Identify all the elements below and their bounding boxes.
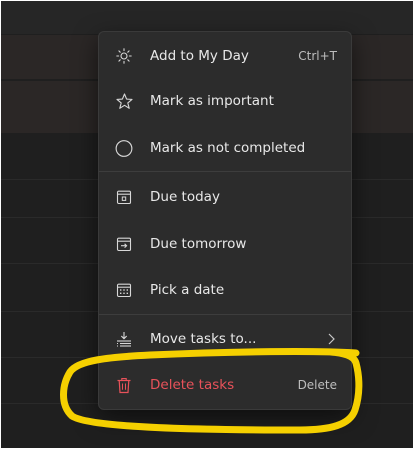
- chevron-right-icon: [325, 332, 337, 346]
- menu-item-add-to-my-day[interactable]: Add to My Day Ctrl+T: [99, 33, 351, 79]
- move-list-icon: [115, 330, 133, 348]
- menu-item-label: Mark as important: [150, 93, 274, 109]
- menu-item-label: Move tasks to...: [150, 331, 257, 347]
- menu-item-due-tomorrow[interactable]: Due tomorrow: [99, 221, 351, 267]
- shortcut-hint: Delete: [297, 378, 337, 392]
- calendar-pick-icon: [115, 281, 133, 299]
- calendar-today-icon: [115, 188, 133, 206]
- menu-item-label: Mark as not completed: [150, 140, 306, 156]
- menu-item-delete-tasks[interactable]: Delete tasks Delete: [99, 362, 351, 408]
- menu-item-pick-a-date[interactable]: Pick a date: [99, 267, 351, 313]
- context-menu: Add to My Day Ctrl+T Mark as important M…: [98, 31, 352, 410]
- menu-separator: [99, 171, 351, 172]
- star-icon: [115, 92, 133, 110]
- menu-item-label: Add to My Day: [150, 48, 249, 64]
- menu-item-label: Due tomorrow: [150, 236, 247, 252]
- calendar-tomorrow-icon: [115, 235, 133, 253]
- menu-item-mark-important[interactable]: Mark as important: [99, 78, 351, 124]
- menu-item-mark-not-completed[interactable]: Mark as not completed: [99, 125, 351, 171]
- trash-icon: [115, 376, 133, 394]
- task-row[interactable]: [1, 1, 413, 34]
- circle-icon: [115, 139, 133, 157]
- menu-item-label: Pick a date: [150, 282, 225, 298]
- menu-item-move-tasks[interactable]: Move tasks to...: [99, 316, 351, 362]
- menu-separator: [99, 314, 351, 315]
- menu-item-label: Delete tasks: [150, 377, 235, 393]
- shortcut-hint: Ctrl+T: [298, 49, 337, 63]
- app-window: Add to My Day Ctrl+T Mark as important M…: [1, 1, 413, 448]
- menu-item-label: Due today: [150, 189, 220, 205]
- sun-icon: [115, 47, 133, 65]
- menu-item-due-today[interactable]: Due today: [99, 174, 351, 220]
